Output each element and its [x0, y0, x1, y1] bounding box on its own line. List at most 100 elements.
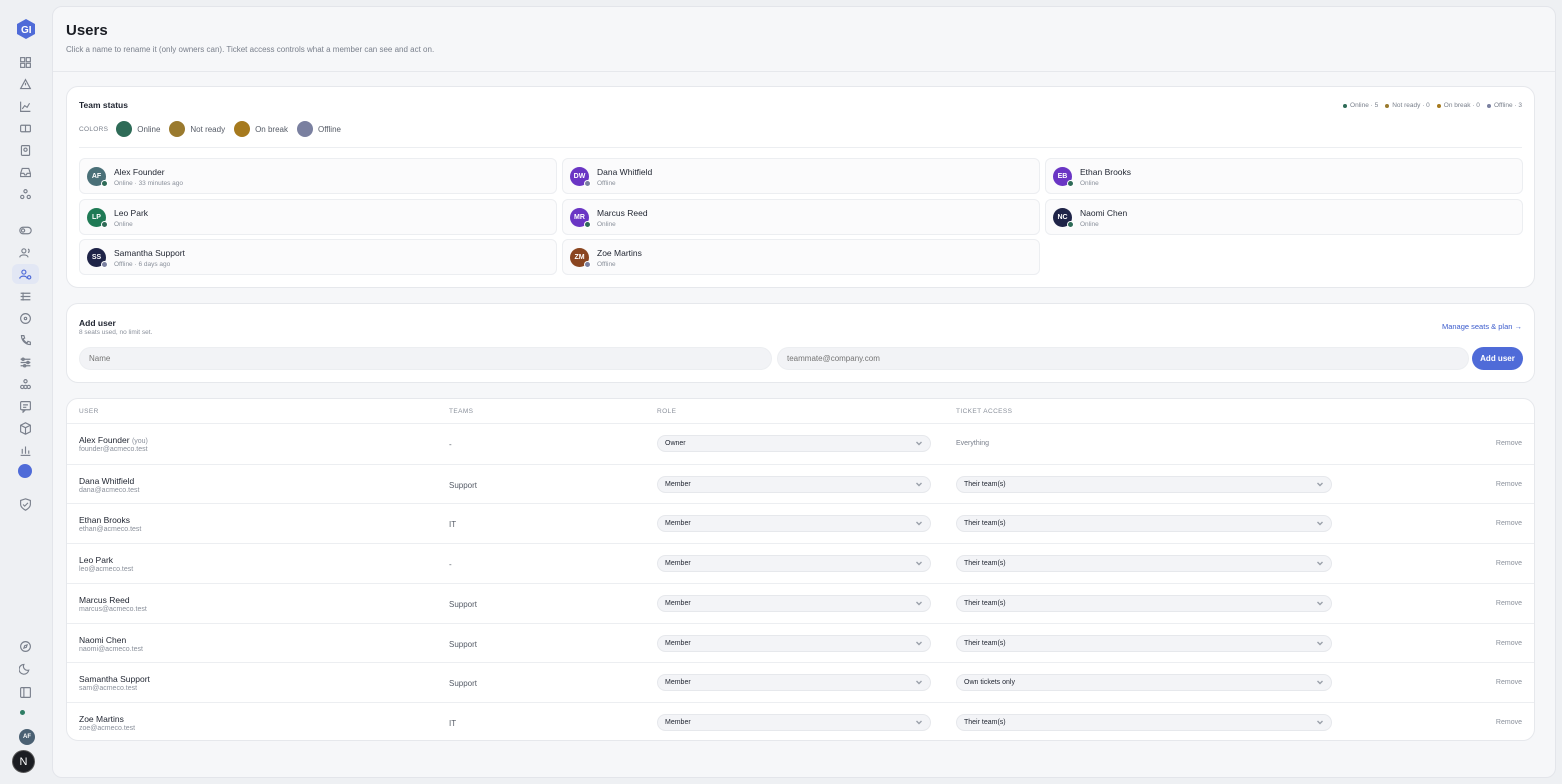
- shield-icon[interactable]: [17, 496, 33, 512]
- role-select[interactable]: Member: [657, 515, 931, 533]
- status-dot[interactable]: [18, 464, 32, 478]
- status-count: Online · 5: [1343, 102, 1378, 109]
- ticket-access-value: Their team(s): [964, 480, 1006, 488]
- grid-icon[interactable]: [17, 54, 33, 70]
- role-select[interactable]: Member: [657, 674, 931, 692]
- name-input[interactable]: [79, 347, 772, 370]
- sidebar-icon[interactable]: [17, 684, 33, 700]
- app-logo[interactable]: GI: [16, 18, 36, 40]
- chart-icon[interactable]: [17, 98, 33, 114]
- user-name-text[interactable]: Naomi Chen: [79, 635, 126, 645]
- legend-item[interactable]: Online: [116, 121, 160, 137]
- chevron-down-icon: [1316, 559, 1324, 567]
- user-settings-icon[interactable]: [12, 264, 39, 284]
- user-name[interactable]: Leo Park: [79, 555, 113, 565]
- user-name[interactable]: Alex Founder (you): [79, 435, 148, 445]
- bar-chart-icon[interactable]: [17, 442, 33, 458]
- alert-icon[interactable]: [17, 76, 33, 92]
- user-name[interactable]: Samantha Support: [79, 674, 150, 684]
- member-name: Leo Park: [114, 207, 149, 218]
- target-icon[interactable]: [17, 310, 33, 326]
- ticket-access-select[interactable]: Own tickets only: [956, 674, 1332, 692]
- ticket-access-select[interactable]: Their team(s): [956, 594, 1332, 612]
- color-swatch[interactable]: [296, 121, 313, 137]
- ticket-access-select[interactable]: Their team(s): [956, 515, 1332, 533]
- legend-item[interactable]: Not ready: [169, 121, 225, 137]
- role-select[interactable]: Member: [657, 555, 931, 573]
- member-card[interactable]: DW Dana Whitfield Offline: [562, 158, 1040, 194]
- color-swatch[interactable]: [116, 121, 133, 137]
- remove-button[interactable]: Remove: [1496, 679, 1522, 686]
- ticket-icon[interactable]: [17, 120, 33, 136]
- user-name[interactable]: Marcus Reed: [79, 595, 130, 605]
- add-user-button[interactable]: Add user: [1472, 347, 1523, 370]
- table-row: Alex Founder (you) founder@acmeco.test - Ow…: [67, 424, 1534, 464]
- sliders-icon[interactable]: [17, 354, 33, 370]
- user-name-text[interactable]: Marcus Reed: [79, 595, 130, 605]
- workspace-logo[interactable]: N: [12, 750, 35, 773]
- phone-icon[interactable]: [17, 332, 33, 348]
- member-card[interactable]: SS Samantha Support Offline · 6 days ago: [79, 239, 557, 275]
- user-name-text[interactable]: Ethan Brooks: [79, 515, 130, 525]
- ticket-access-select[interactable]: Their team(s): [956, 713, 1332, 731]
- user-name-text[interactable]: Dana Whitfield: [79, 476, 134, 486]
- status-count: On break · 0: [1436, 102, 1480, 109]
- user-name-text[interactable]: Zoe Martins: [79, 714, 124, 724]
- remove-button[interactable]: Remove: [1496, 560, 1522, 567]
- remove-button[interactable]: Remove: [1496, 440, 1522, 447]
- role-select[interactable]: Owner: [657, 435, 931, 452]
- seats-info: 8 seats used, no limit set.: [79, 329, 153, 336]
- user-name-text[interactable]: Leo Park: [79, 555, 113, 565]
- user-name-text[interactable]: Alex Founder: [79, 435, 130, 445]
- user-avatar[interactable]: AF: [19, 729, 35, 745]
- role-select[interactable]: Member: [657, 475, 931, 493]
- member-card[interactable]: EB Ethan Brooks Online: [1045, 158, 1523, 194]
- toggle-icon[interactable]: [17, 222, 33, 238]
- legend-item[interactable]: On break: [234, 121, 288, 137]
- member-card[interactable]: ZM Zoe Martins Offline: [562, 239, 1040, 275]
- member-name: Dana Whitfield: [597, 167, 653, 177]
- member-status: Online: [597, 220, 616, 228]
- remove-button[interactable]: Remove: [1496, 719, 1522, 726]
- remove-button[interactable]: Remove: [1496, 640, 1522, 647]
- user-teams: Support: [449, 480, 478, 490]
- status-count-label: Online · 5: [1350, 102, 1379, 109]
- inbox-icon[interactable]: [17, 164, 33, 180]
- ticket-access-select[interactable]: Their team(s): [956, 475, 1332, 493]
- chat-icon[interactable]: [17, 398, 33, 414]
- ticket-access-select[interactable]: Their team(s): [956, 634, 1332, 652]
- contacts-icon[interactable]: [17, 142, 33, 158]
- member-card[interactable]: LP Leo Park Online: [79, 198, 557, 235]
- remove-button[interactable]: Remove: [1496, 481, 1522, 488]
- manage-seats-link[interactable]: Manage seats & plan →: [1442, 322, 1522, 331]
- user-name[interactable]: Zoe Martins: [79, 714, 124, 724]
- moon-icon[interactable]: [17, 660, 33, 676]
- role-select[interactable]: Member: [657, 713, 931, 731]
- user-name[interactable]: Dana Whitfield: [79, 476, 134, 486]
- legend-item[interactable]: Offline: [296, 121, 341, 137]
- remove-button[interactable]: Remove: [1496, 520, 1522, 527]
- role-select[interactable]: Member: [657, 634, 931, 652]
- user-name[interactable]: Ethan Brooks: [79, 515, 130, 525]
- list-icon[interactable]: [17, 288, 33, 304]
- chevron-down-icon: [915, 639, 923, 647]
- color-swatch[interactable]: [169, 121, 186, 137]
- color-swatch[interactable]: [234, 121, 251, 137]
- member-card[interactable]: NC Naomi Chen Online: [1045, 198, 1523, 235]
- ticket-access-select[interactable]: Their team(s): [956, 555, 1332, 573]
- email-input[interactable]: [777, 347, 1469, 370]
- member-card[interactable]: MR Marcus Reed Online: [562, 198, 1040, 235]
- role-select[interactable]: Member: [657, 594, 931, 612]
- ticket-access-value: Their team(s): [964, 520, 1006, 528]
- member-card[interactable]: AF Alex Founder Online · 33 minutes ago: [79, 158, 557, 194]
- user-name[interactable]: Naomi Chen: [79, 635, 126, 645]
- legend-label: Online: [137, 124, 161, 134]
- users-icon[interactable]: [17, 244, 33, 260]
- box-icon[interactable]: [17, 420, 33, 436]
- integrations-icon[interactable]: [17, 186, 33, 202]
- user-name-text[interactable]: Samantha Support: [79, 674, 150, 684]
- apps-icon[interactable]: [17, 376, 33, 392]
- chevron-down-icon: [915, 718, 923, 726]
- remove-button[interactable]: Remove: [1496, 600, 1522, 607]
- compass-icon[interactable]: [17, 638, 33, 654]
